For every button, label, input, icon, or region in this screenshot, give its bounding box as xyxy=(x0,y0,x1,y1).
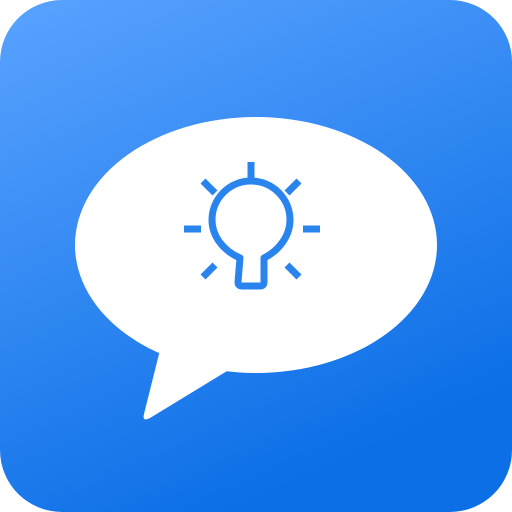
app-icon-graphic xyxy=(0,0,512,512)
app-icon[interactable] xyxy=(0,0,512,512)
